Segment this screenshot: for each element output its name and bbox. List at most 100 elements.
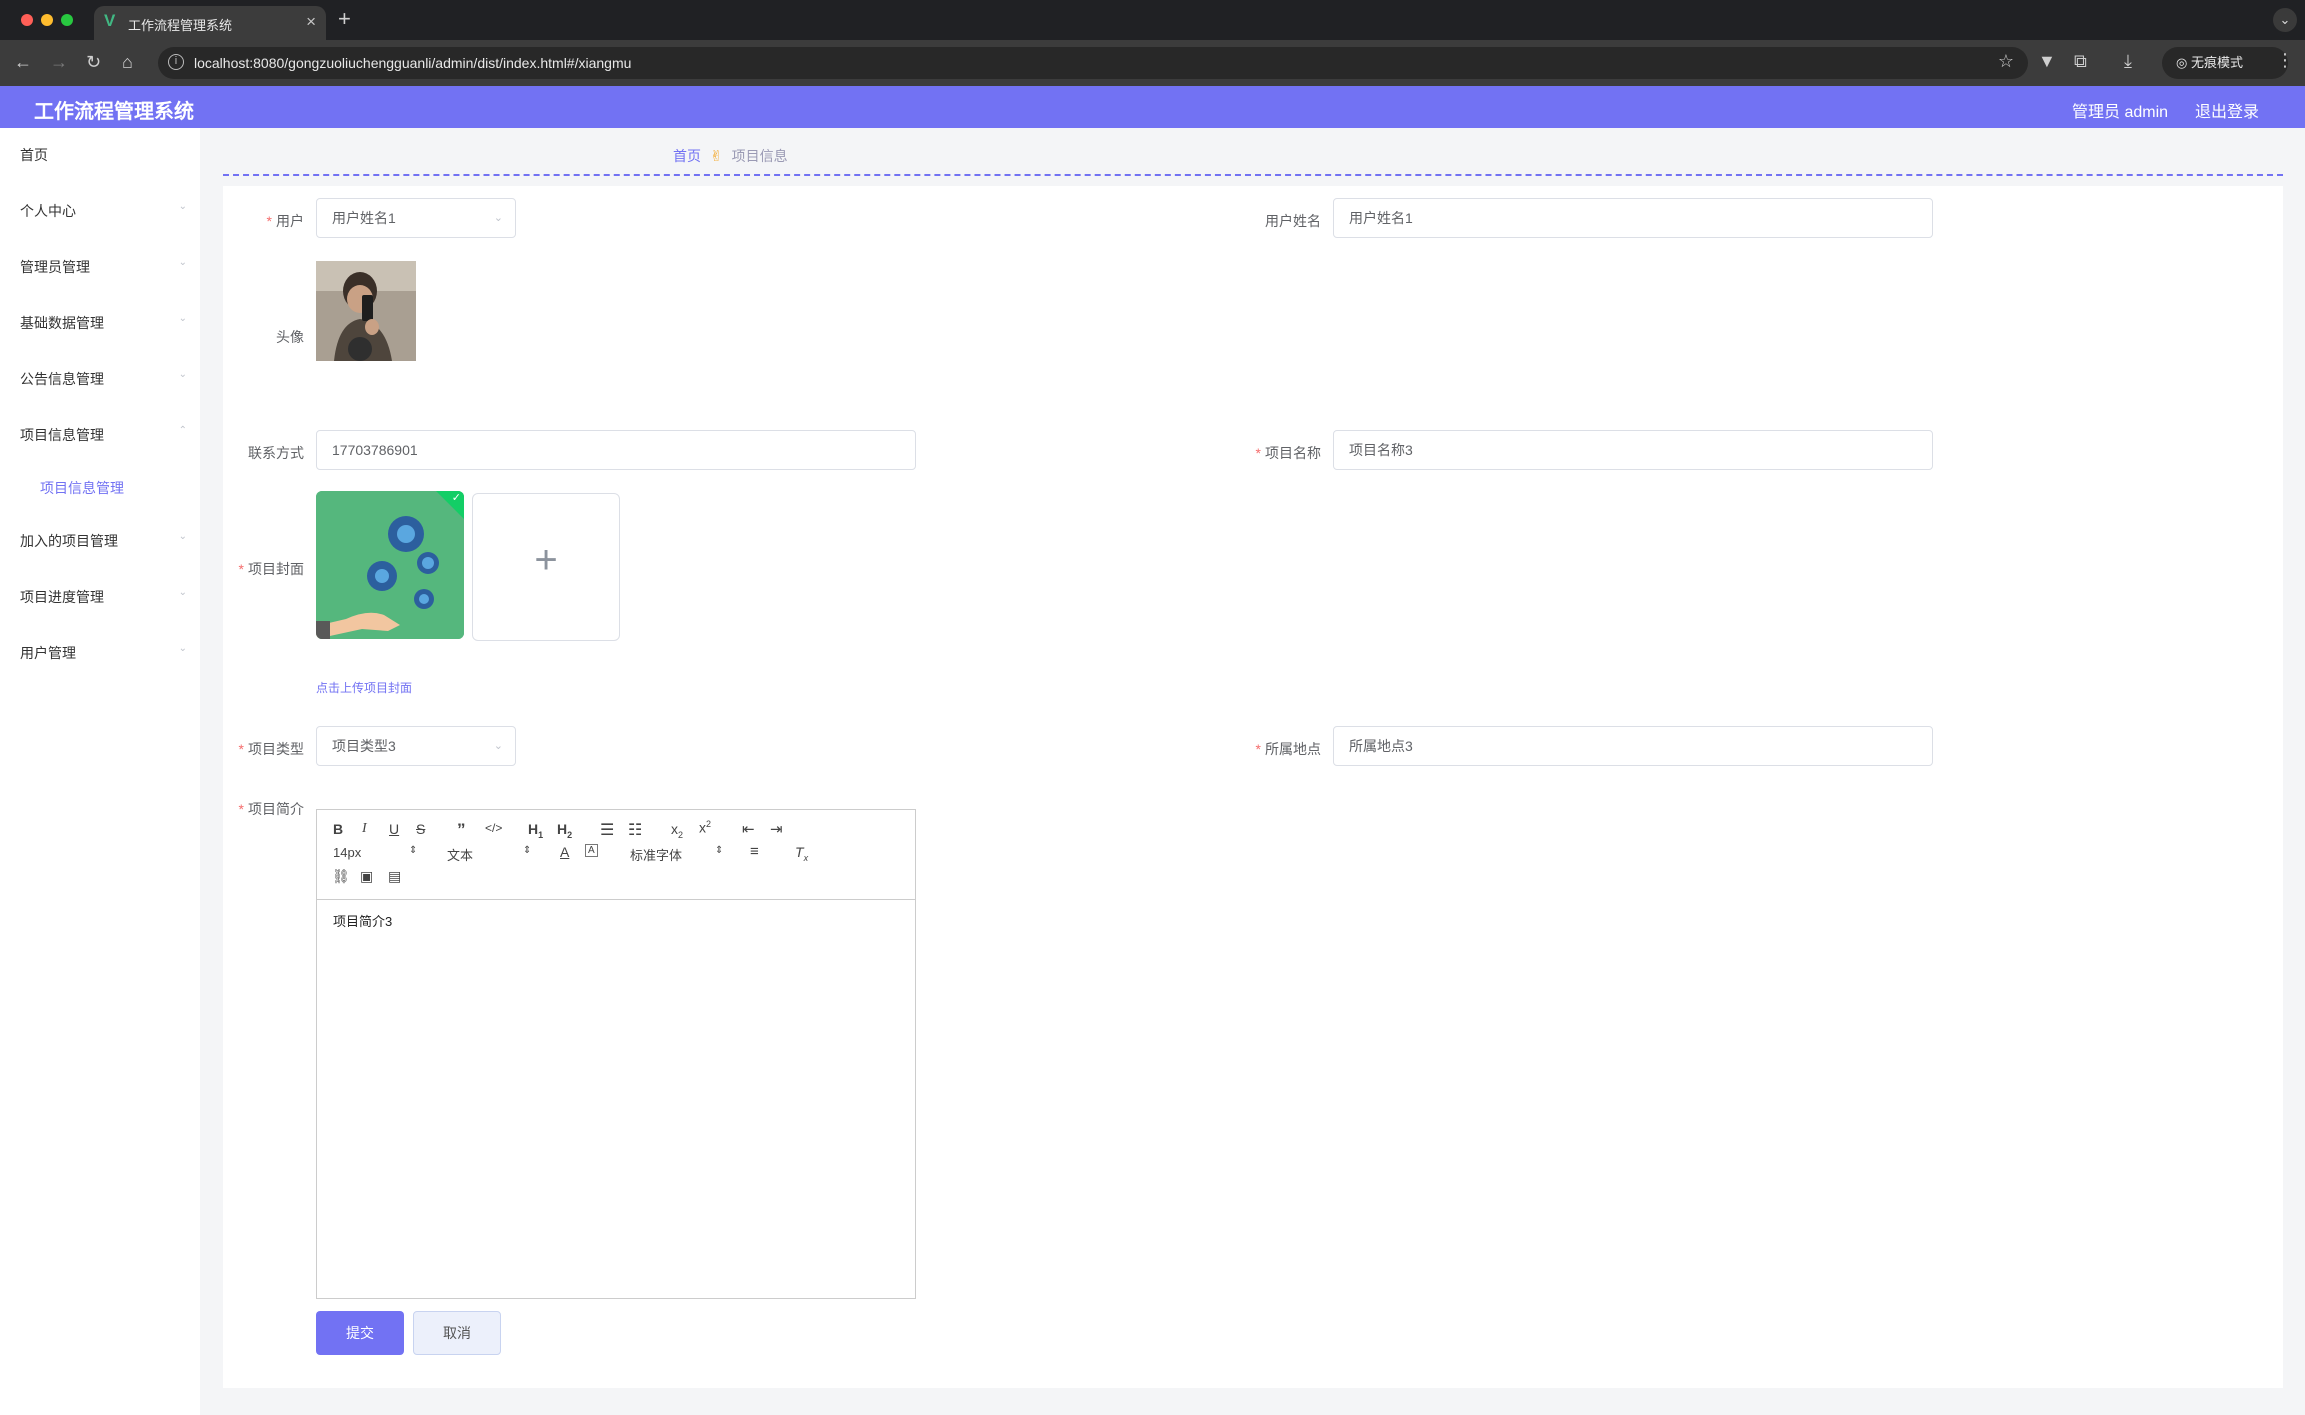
home-icon[interactable]: ⌂ <box>122 52 133 73</box>
intro-label: * 项目简介 <box>238 801 304 817</box>
bookmark-star-icon[interactable]: ☆ <box>1998 51 2014 72</box>
header-2-icon[interactable]: H2 <box>557 821 572 840</box>
font-family-picker[interactable]: 标准字体 <box>630 845 682 864</box>
italic-icon[interactable]: I <box>362 821 367 837</box>
forward-arrow-icon[interactable]: → <box>50 52 68 73</box>
superscript-icon[interactable]: x2 <box>699 819 711 836</box>
close-tab-icon[interactable]: × <box>306 12 316 32</box>
window-close-button[interactable] <box>21 14 33 26</box>
align-icon[interactable]: ≡ <box>750 843 759 860</box>
editor-content[interactable]: 项目简介3 <box>333 911 392 930</box>
image-icon[interactable]: ▣ <box>360 868 373 885</box>
bold-icon[interactable]: B <box>333 821 343 837</box>
ordered-list-icon[interactable]: ☰ <box>600 820 614 840</box>
cover-label: * 项目封面 <box>238 561 304 577</box>
project-name-label: * 项目名称 <box>1255 445 1321 461</box>
username-input[interactable]: 用户姓名1 <box>1333 198 1933 238</box>
window-zoom-button[interactable] <box>61 14 73 26</box>
submit-button[interactable]: 提交 <box>316 1311 404 1355</box>
indent-icon[interactable]: ⇥ <box>770 820 783 838</box>
sidebar-item-personal-center[interactable]: 个人中心 ⌄ <box>20 201 187 221</box>
updown-icon: ⇕ <box>523 845 532 856</box>
user-select[interactable]: 用户姓名1 ⌄ <box>316 198 516 238</box>
location-input[interactable]: 所属地点3 <box>1333 726 1933 766</box>
video-icon[interactable]: ▤ <box>388 868 401 885</box>
font-color-icon[interactable]: A <box>560 844 569 860</box>
heading-picker[interactable]: 文本 <box>447 845 473 864</box>
back-arrow-icon[interactable]: ← <box>14 52 32 73</box>
required-mark: * <box>238 801 244 817</box>
sidebar-item-announcements[interactable]: 公告信息管理 ⌄ <box>20 369 187 389</box>
window-minimize-button[interactable] <box>41 14 53 26</box>
type-select[interactable]: 项目类型3 ⌄ <box>316 726 516 766</box>
current-user: 管理员 admin <box>2072 104 2169 121</box>
font-size-picker[interactable]: 14px <box>333 845 361 860</box>
browser-tab-bar: V 工作流程管理系统 × + ⌄ <box>0 0 2305 40</box>
chevron-down-icon: ⌄ <box>178 643 187 654</box>
sidebar-item-project-info[interactable]: 项目信息管理 ⌃ <box>20 425 187 445</box>
type-select-value: 项目类型3 <box>332 738 396 754</box>
sidebar-subitem-project-info[interactable]: 项目信息管理 <box>40 478 124 498</box>
logout-button[interactable]: 退出登录 <box>2195 98 2259 122</box>
subscript-icon[interactable]: x2 <box>671 821 683 840</box>
strike-icon[interactable]: S <box>416 821 425 837</box>
chevron-down-icon: ⌄ <box>178 369 187 380</box>
browser-tab[interactable]: V 工作流程管理系统 × <box>94 6 326 40</box>
sidebar-item-admin-management[interactable]: 管理员管理 ⌄ <box>20 257 187 277</box>
username-label: 用户姓名 <box>1265 213 1321 229</box>
vue-devtools-icon[interactable]: ▼ <box>2038 51 2056 72</box>
avatar-label: 头像 <box>276 329 304 345</box>
extensions-icon[interactable]: ⧉ <box>2074 51 2087 72</box>
download-icon[interactable]: ⤓ <box>2124 51 2132 72</box>
cover-upload-button[interactable]: + <box>472 493 620 641</box>
updown-icon: ⇕ <box>715 845 724 856</box>
site-info-icon[interactable]: i <box>168 54 184 70</box>
project-name-input[interactable]: 项目名称3 <box>1333 430 1933 470</box>
sidebar-item-label: 加入的项目管理 <box>20 533 118 549</box>
clear-format-icon[interactable]: Tx <box>795 844 808 863</box>
sidebar-item-label: 用户管理 <box>20 645 76 661</box>
chevron-down-icon: ⌄ <box>178 257 187 268</box>
underline-icon[interactable]: U <box>389 821 399 837</box>
sidebar-item-home[interactable]: 首页 <box>20 145 185 165</box>
url-text[interactable]: localhost:8080/gongzuoliuchengguanli/adm… <box>194 55 631 71</box>
user-select-value: 用户姓名1 <box>332 210 396 226</box>
incognito-label: 无痕模式 <box>2190 55 2243 70</box>
cover-image[interactable]: ✓ <box>316 491 464 639</box>
background-color-icon[interactable]: A <box>585 844 598 857</box>
chevron-down-icon: ⌄ <box>493 740 503 752</box>
sidebar-item-user-management[interactable]: 用户管理 ⌄ <box>20 643 187 663</box>
sidebar-item-label: 首页 <box>20 147 48 163</box>
sidebar-item-basic-data[interactable]: 基础数据管理 ⌄ <box>20 313 187 333</box>
incognito-indicator[interactable]: ◎ 无痕模式 <box>2162 47 2288 79</box>
chevron-down-icon: ⌄ <box>178 313 187 324</box>
code-block-icon[interactable]: </> <box>485 821 502 835</box>
sidebar-item-joined-projects[interactable]: 加入的项目管理 ⌄ <box>20 531 187 551</box>
contact-input[interactable]: 17703786901 <box>316 430 916 470</box>
link-icon[interactable]: ⛓ <box>332 868 350 885</box>
blockquote-icon[interactable]: ” <box>457 820 466 840</box>
sidebar-item-project-progress[interactable]: 项目进度管理 ⌄ <box>20 587 187 607</box>
outdent-icon[interactable]: ⇤ <box>742 820 755 838</box>
header-1-icon[interactable]: H1 <box>528 821 543 840</box>
avatar-image <box>316 261 416 361</box>
new-tab-button[interactable]: + <box>338 6 351 32</box>
location-label: * 所属地点 <box>1255 741 1321 757</box>
app-header: 工作流程管理系统 管理员 admin 退出登录 <box>0 86 2305 128</box>
updown-icon: ⇕ <box>409 845 418 856</box>
chevron-down-icon: ⌄ <box>178 201 187 212</box>
address-bar[interactable]: i localhost:8080/gongzuoliuchengguanli/a… <box>158 47 2028 79</box>
sidebar-item-label: 项目进度管理 <box>20 589 104 605</box>
cancel-button[interactable]: 取消 <box>413 1311 501 1355</box>
breadcrumb-home[interactable]: 首页 <box>673 148 701 164</box>
breadcrumb-divider <box>223 174 2283 176</box>
reload-icon[interactable]: ↻ <box>86 52 101 73</box>
required-mark: * <box>238 741 244 757</box>
tab-search-button[interactable]: ⌄ <box>2273 8 2297 32</box>
bullet-list-icon[interactable]: ☷ <box>628 820 642 840</box>
chevron-up-icon: ⌃ <box>178 425 187 436</box>
browser-menu-icon[interactable]: ⋮ <box>2276 50 2294 71</box>
breadcrumb-current: 项目信息 <box>731 148 788 164</box>
sidebar-item-label: 公告信息管理 <box>20 371 104 387</box>
chevron-down-icon: ⌄ <box>178 587 187 598</box>
